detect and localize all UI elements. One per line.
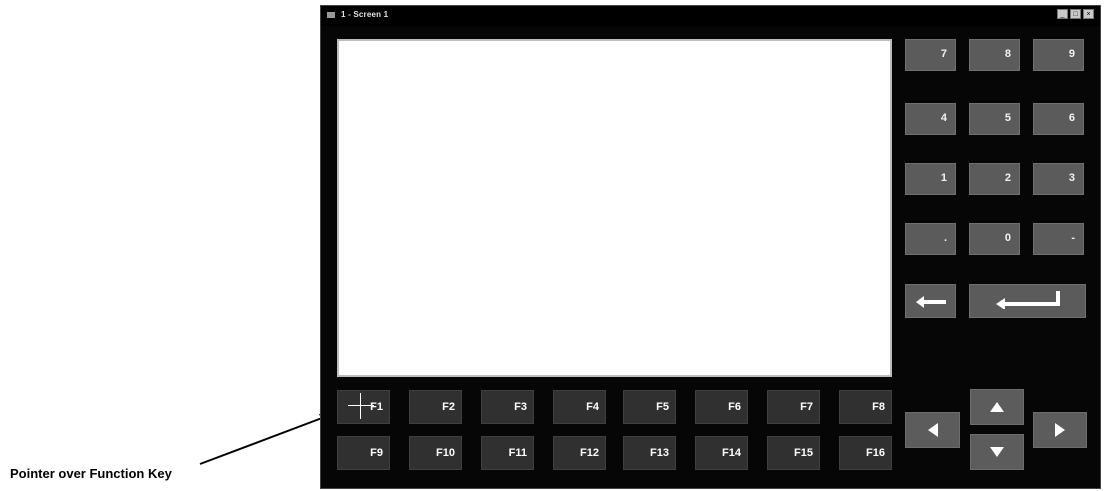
function-key-f3[interactable]: F3: [481, 390, 534, 424]
key-9[interactable]: 9: [1033, 39, 1084, 71]
system-menu-icon[interactable]: [327, 12, 335, 18]
function-key-f7[interactable]: F7: [767, 390, 820, 424]
function-key-f16[interactable]: F16: [839, 436, 892, 470]
enter-button[interactable]: [969, 284, 1086, 318]
key-6[interactable]: 6: [1033, 103, 1084, 135]
maximize-button[interactable]: □: [1070, 9, 1081, 19]
key-decimal[interactable]: .: [905, 223, 956, 255]
down-arrow-icon: [990, 447, 1004, 457]
key-5[interactable]: 5: [969, 103, 1020, 135]
down-arrow-button[interactable]: [970, 434, 1024, 470]
function-key-f15[interactable]: F15: [767, 436, 820, 470]
window-title: 1 - Screen 1: [341, 10, 389, 19]
left-arrow-icon: [927, 423, 938, 437]
function-key-f10[interactable]: F10: [409, 436, 462, 470]
crosshair-pointer-icon: [348, 393, 374, 419]
right-arrow-icon: [1055, 423, 1065, 437]
title-bar: 1 - Screen 1 _ □ ×: [321, 6, 1100, 26]
function-key-f8[interactable]: F8: [839, 390, 892, 424]
up-arrow-button[interactable]: [970, 389, 1024, 425]
key-0[interactable]: 0: [969, 223, 1020, 255]
screen-display-area: [337, 39, 892, 377]
left-arrow-button[interactable]: [905, 412, 960, 448]
key-2[interactable]: 2: [969, 163, 1020, 195]
minimize-button[interactable]: _: [1057, 9, 1068, 19]
function-key-f11[interactable]: F11: [481, 436, 534, 470]
window-controls: _ □ ×: [1057, 9, 1094, 19]
terminal-window: 1 - Screen 1 _ □ × 7 8 9 4 5 6 1 2 3 . 0…: [320, 5, 1101, 489]
right-arrow-button[interactable]: [1033, 412, 1087, 448]
left-arrow-icon: [916, 296, 946, 308]
key-3[interactable]: 3: [1033, 163, 1084, 195]
key-8[interactable]: 8: [969, 39, 1020, 71]
function-key-f13[interactable]: F13: [623, 436, 676, 470]
function-key-f6[interactable]: F6: [695, 390, 748, 424]
backspace-button[interactable]: [905, 284, 956, 318]
function-key-f12[interactable]: F12: [553, 436, 606, 470]
key-1[interactable]: 1: [905, 163, 956, 195]
function-key-f9[interactable]: F9: [337, 436, 390, 470]
key-4[interactable]: 4: [905, 103, 956, 135]
function-key-f2[interactable]: F2: [409, 390, 462, 424]
function-key-f5[interactable]: F5: [623, 390, 676, 424]
up-arrow-icon: [990, 402, 1004, 412]
enter-return-icon: [996, 291, 1060, 309]
callout-caption: Pointer over Function Key: [10, 466, 172, 481]
close-button[interactable]: ×: [1083, 9, 1094, 19]
key-minus[interactable]: -: [1033, 223, 1084, 255]
function-key-f14[interactable]: F14: [695, 436, 748, 470]
function-key-f4[interactable]: F4: [553, 390, 606, 424]
key-7[interactable]: 7: [905, 39, 956, 71]
